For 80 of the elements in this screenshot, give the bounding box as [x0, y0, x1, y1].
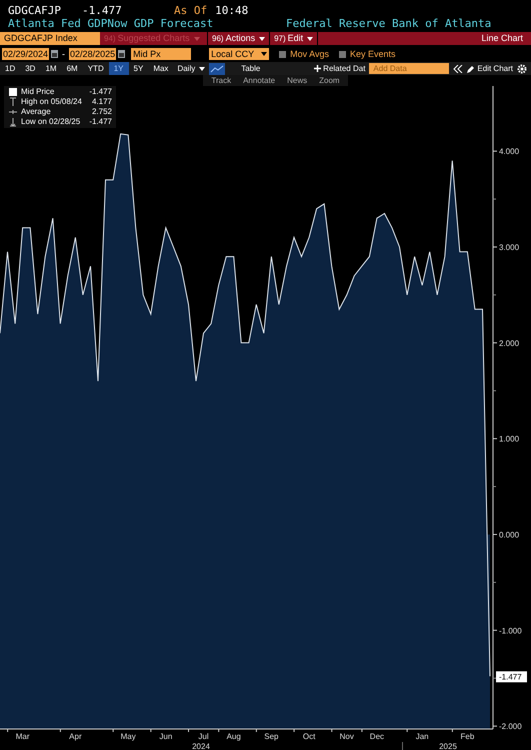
date-separator: - — [62, 48, 66, 60]
chart-tool-button[interactable]: News — [287, 75, 308, 86]
period-tab[interactable]: 1M — [40, 62, 62, 75]
period-tab[interactable]: 6M — [62, 62, 83, 75]
axis-label: May — [120, 732, 136, 741]
time-text: 10:48 — [215, 4, 248, 17]
axis-label: Oct — [302, 732, 316, 741]
menu-button[interactable]: 97) Edit — [270, 32, 318, 45]
axis-label: Nov — [340, 732, 354, 741]
legend-value: -1.477 — [88, 117, 112, 127]
ticker-symbol: GDGCAFJP — [8, 4, 62, 17]
calendar-icon[interactable] — [51, 50, 58, 58]
legend-value: -1.477 — [88, 87, 112, 97]
caret-icon — [259, 36, 266, 40]
axis-label: 4.000 — [499, 147, 520, 156]
axis-label: 0.000 — [499, 530, 520, 540]
year-label: 2024 — [192, 742, 210, 750]
related-data-button[interactable]: Related Dat — [310, 62, 370, 75]
line-chart-icon[interactable] — [209, 62, 226, 74]
legend-value: 2.752 — [90, 107, 112, 117]
calendar-icon[interactable] — [118, 50, 126, 58]
chart-type-label: Line Chart — [481, 32, 524, 45]
axis-label: Aug — [226, 732, 241, 741]
menu-button[interactable]: 96) Actions — [208, 32, 270, 45]
add-data-field[interactable]: Add Data — [369, 63, 450, 74]
caret-icon — [261, 52, 268, 56]
axis-label: Sep — [264, 732, 278, 741]
year-label: 2025 — [439, 742, 457, 750]
end-date-field[interactable]: 02/28/2025 — [69, 48, 116, 60]
frequency-dropdown[interactable]: Daily — [173, 62, 210, 75]
caret-icon — [194, 36, 200, 40]
security-field[interactable]: GDGCAFJP Index — [0, 32, 100, 45]
chart-tool-button[interactable]: Annotate — [243, 75, 276, 86]
low-marker-icon — [8, 117, 18, 127]
chart-tool-button[interactable]: Zoom — [319, 75, 340, 86]
currency-dropdown[interactable]: Local CCY — [209, 48, 270, 60]
high-marker-icon — [8, 97, 18, 107]
option-checkbox[interactable]: Mov Avgs — [279, 48, 329, 60]
double-chevron-icon[interactable] — [453, 64, 464, 72]
chart-tool-button[interactable]: Track — [211, 75, 232, 86]
plus-icon — [314, 65, 322, 72]
legend-label: Low on 02/28/25 — [21, 117, 82, 127]
legend-label: High on 05/08/24 — [21, 97, 83, 107]
field-dropdown[interactable]: Mid Px — [131, 48, 192, 60]
caret-icon — [307, 36, 314, 40]
period-tab[interactable]: 3D — [20, 62, 40, 75]
settings-icon[interactable] — [517, 64, 527, 74]
pencil-icon — [467, 64, 476, 72]
axis-label: Jul — [198, 732, 209, 741]
axis-label: 1.000 — [499, 434, 520, 444]
last-value-tag: -1.477 — [496, 671, 527, 682]
axis-label: Jun — [159, 732, 172, 741]
axis-label: Feb — [460, 732, 474, 741]
period-tab[interactable]: 5Y — [128, 62, 148, 75]
source-text: Federal Reserve Bank of Atlanta — [286, 17, 492, 30]
option-checkbox[interactable]: Key Events — [338, 48, 396, 60]
period-tab[interactable]: YTD — [82, 62, 109, 75]
series-title: Atlanta Fed GDPNow GDP Forecast — [8, 17, 214, 30]
table-button[interactable]: Table — [233, 62, 268, 75]
axis-label: -2.000 — [499, 722, 522, 732]
square-icon — [8, 87, 18, 97]
axis-label: Jan — [416, 732, 429, 741]
axis-label: Mar — [16, 732, 30, 741]
axis-label: 2.000 — [499, 338, 520, 348]
legend-value: 4.177 — [90, 97, 112, 107]
average-marker-icon — [8, 107, 18, 117]
edit-chart-button[interactable]: Edit Chart — [463, 62, 517, 75]
axis-label: 3.000 — [499, 243, 520, 252]
as-of-label: As Of — [174, 4, 208, 17]
caret-icon — [199, 66, 206, 70]
period-tab[interactable]: 1Y — [108, 62, 129, 75]
period-tab[interactable]: 1D — [0, 62, 20, 75]
last-value: -1.477 — [82, 4, 123, 17]
legend-label: Mid Price — [21, 87, 56, 97]
axis-label: Dec — [370, 732, 384, 741]
start-date-field[interactable]: 02/29/2024 — [2, 48, 50, 60]
legend-label: Average — [21, 107, 52, 117]
period-tab[interactable]: Max — [148, 62, 174, 75]
axis-label: -1.000 — [499, 626, 522, 636]
axis-label: Apr — [69, 732, 82, 741]
